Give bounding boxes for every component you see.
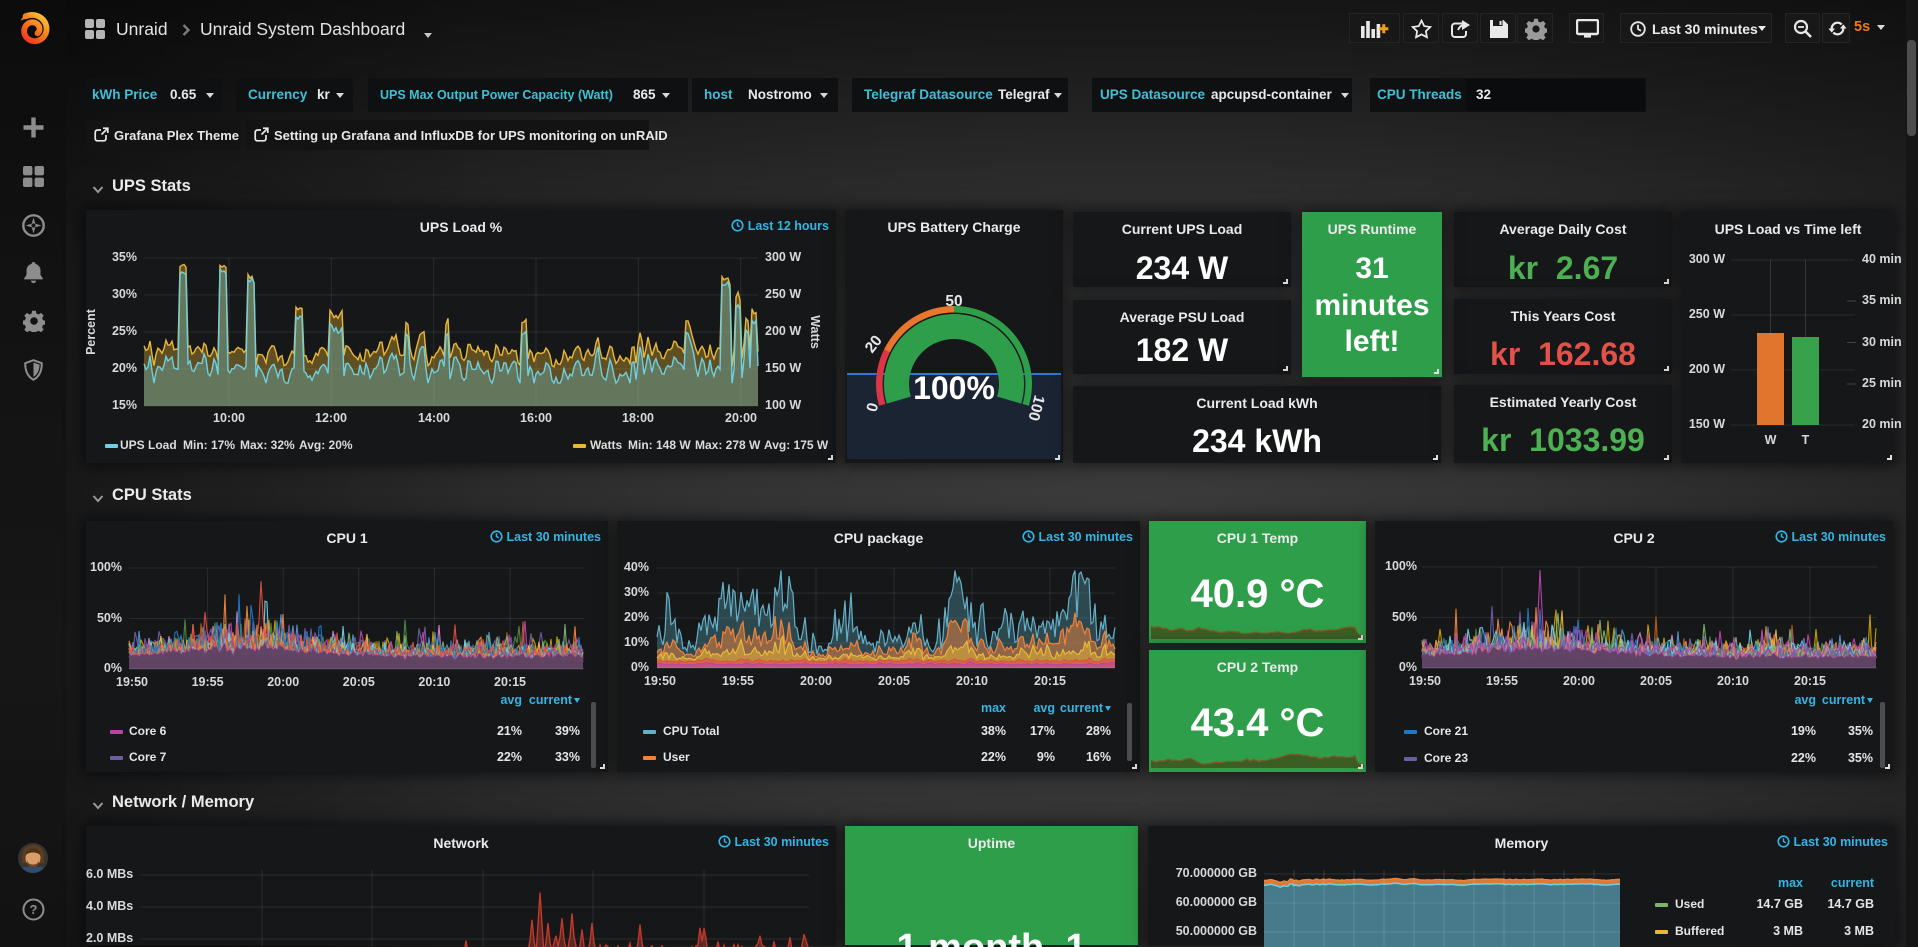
svg-text:50: 50 — [945, 293, 962, 310]
svg-text:?: ? — [30, 902, 38, 917]
svg-text:20: 20 — [862, 332, 886, 356]
